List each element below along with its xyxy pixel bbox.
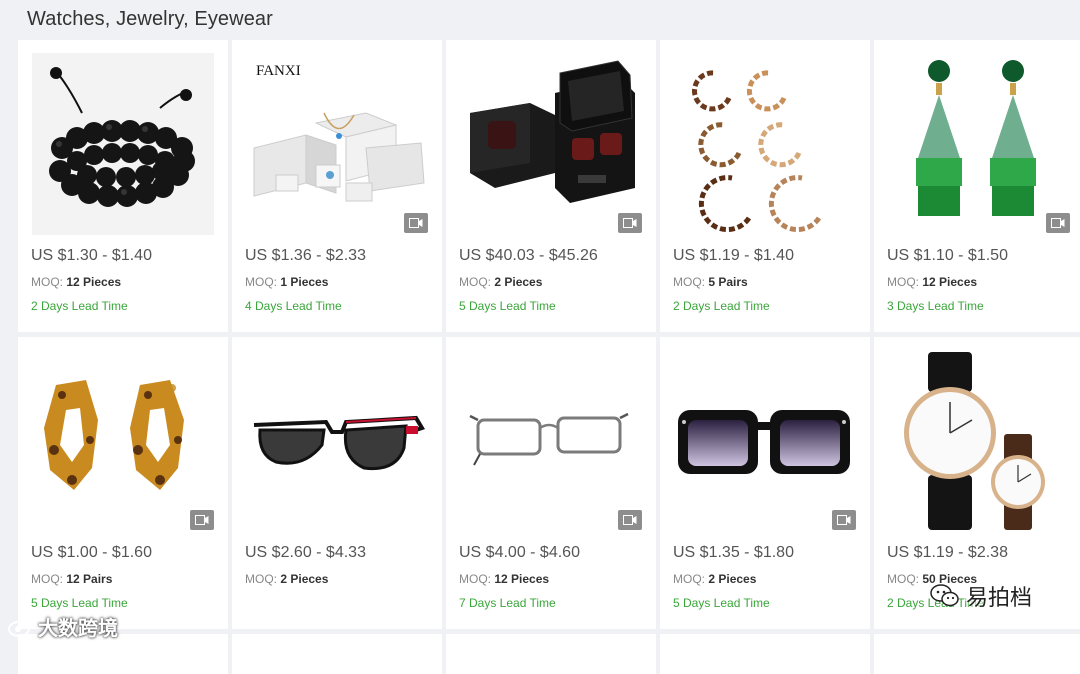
product-moq: MOQ: 5 Pairs (673, 275, 748, 289)
product-image-eyeglass-frame[interactable] (460, 350, 642, 532)
product-card[interactable]: US $1.35 - $1.80 MOQ: 2 Pieces 5 Days Le… (660, 337, 870, 629)
product-card[interactable]: US $40.03 - $45.26 MOQ: 2 Pieces 5 Days … (446, 40, 656, 332)
product-price[interactable]: US $1.30 - $1.40 (31, 247, 152, 265)
product-price[interactable]: US $1.10 - $1.50 (887, 247, 1008, 265)
video-icon[interactable] (404, 213, 428, 233)
product-image-hoop-earrings[interactable] (674, 53, 856, 235)
product-image-square-sunglasses[interactable] (674, 350, 856, 532)
product-image-bracelet[interactable] (32, 53, 214, 235)
product-image-watch-winder[interactable] (460, 53, 642, 235)
svg-text:FANXI: FANXI (256, 63, 301, 79)
product-card[interactable]: US $1.19 - $1.40 MOQ: 5 Pairs 2 Days Lea… (660, 40, 870, 332)
product-price[interactable]: US $1.19 - $2.38 (887, 544, 1008, 562)
product-image-watches[interactable] (888, 350, 1070, 532)
product-card[interactable]: US $1.30 - $1.40 MOQ: 12 Pieces 2 Days L… (18, 40, 228, 332)
product-lead-time: 2 Days Lead Time (673, 299, 770, 313)
product-price[interactable]: US $1.36 - $2.33 (245, 247, 366, 265)
product-price[interactable]: US $4.00 - $4.60 (459, 544, 580, 562)
product-moq: MOQ: 12 Pieces (887, 275, 978, 289)
product-lead-time: 2 Days Lead Time (31, 299, 128, 313)
product-card[interactable]: US $1.10 - $1.50 MOQ: 12 Pieces 3 Days L… (874, 40, 1080, 332)
product-card-partial[interactable] (232, 634, 442, 674)
product-moq: MOQ: 2 Pieces (245, 572, 329, 586)
product-lead-time: 5 Days Lead Time (673, 596, 770, 610)
product-card[interactable]: US $1.00 - $1.60 MOQ: 12 Pairs 5 Days Le… (18, 337, 228, 629)
video-icon[interactable] (618, 510, 642, 530)
product-price[interactable]: US $1.00 - $1.60 (31, 544, 152, 562)
product-image-geometric-earrings[interactable] (32, 350, 214, 532)
product-grid: US $1.30 - $1.40 MOQ: 12 Pieces 2 Days L… (18, 40, 1080, 674)
product-card-partial[interactable] (660, 634, 870, 674)
video-icon[interactable] (832, 510, 856, 530)
product-moq: MOQ: 2 Pieces (673, 572, 757, 586)
product-lead-time: 3 Days Lead Time (887, 299, 984, 313)
product-image-jewelry-boxes[interactable]: FANXI (246, 53, 428, 235)
product-card-partial[interactable] (874, 634, 1080, 674)
watermark-left: 大数跨境 (8, 612, 118, 641)
video-icon[interactable] (190, 510, 214, 530)
product-moq: MOQ: 12 Pieces (31, 275, 122, 289)
product-card[interactable]: FANXI US $1.36 - $2.33 MOQ: 1 Pieces 4 D… (232, 40, 442, 332)
wechat-icon (930, 584, 959, 607)
product-lead-time: 5 Days Lead Time (459, 299, 556, 313)
section-title: Watches, Jewelry, Eyewear (27, 8, 273, 30)
product-price[interactable]: US $1.19 - $1.40 (673, 247, 794, 265)
video-icon[interactable] (1046, 213, 1070, 233)
product-moq: MOQ: 12 Pairs (31, 572, 113, 586)
weibo-icon (8, 618, 33, 637)
product-lead-time: 7 Days Lead Time (459, 596, 556, 610)
watermark-right: 易拍档 (930, 580, 1032, 612)
product-price[interactable]: US $40.03 - $45.26 (459, 247, 598, 265)
product-image-tassel-earrings[interactable] (888, 53, 1070, 235)
product-moq: MOQ: 12 Pieces (459, 572, 550, 586)
product-image-sunglasses[interactable] (246, 350, 428, 532)
product-lead-time: 4 Days Lead Time (245, 299, 342, 313)
product-price[interactable]: US $1.35 - $1.80 (673, 544, 794, 562)
product-moq: MOQ: 1 Pieces (245, 275, 329, 289)
product-card[interactable]: US $4.00 - $4.60 MOQ: 12 Pieces 7 Days L… (446, 337, 656, 629)
product-price[interactable]: US $2.60 - $4.33 (245, 544, 366, 562)
video-icon[interactable] (618, 213, 642, 233)
product-card[interactable]: US $2.60 - $4.33 MOQ: 2 Pieces (232, 337, 442, 629)
product-card-partial[interactable] (446, 634, 656, 674)
product-lead-time: 5 Days Lead Time (31, 596, 128, 610)
product-moq: MOQ: 2 Pieces (459, 275, 543, 289)
